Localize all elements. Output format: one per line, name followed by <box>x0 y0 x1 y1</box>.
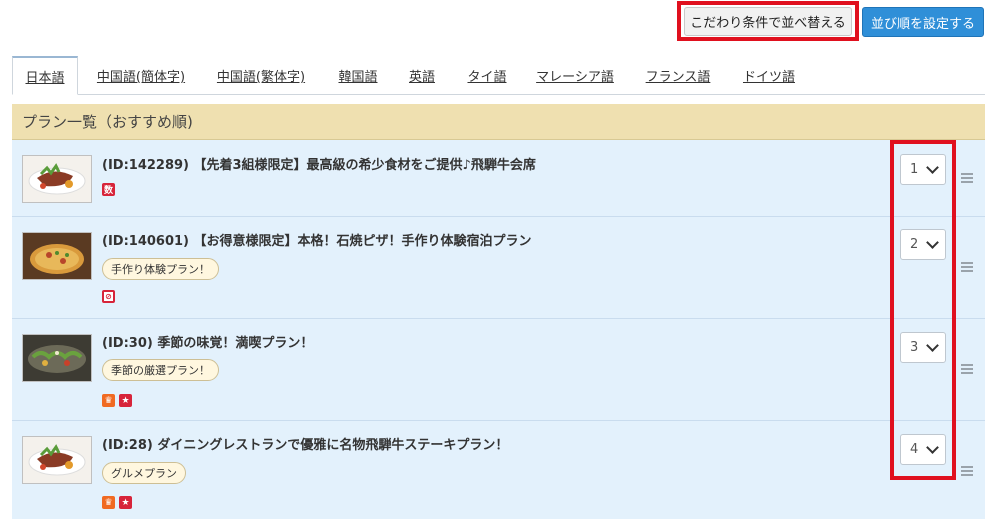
plan-row: (ID:28) ダイニングレストランで優雅に名物飛騨牛ステーキプラン！ グルメプ… <box>12 421 985 519</box>
tab-chinese-traditional[interactable]: 中国語(繁体字) <box>210 56 312 95</box>
plan-thumbnail-seasonal-dish <box>22 334 92 382</box>
star-icon: ★ <box>119 394 132 407</box>
set-order-button[interactable]: 並び順を設定する <box>862 7 984 37</box>
highlight-box-sort-button <box>677 1 859 41</box>
drag-handle-icon[interactable] <box>961 173 973 185</box>
tab-french[interactable]: フランス語 <box>640 56 716 95</box>
plan-tag: グルメプラン <box>102 462 186 484</box>
tab-german[interactable]: ドイツ語 <box>736 56 802 95</box>
tab-korean[interactable]: 韓国語 <box>330 56 386 95</box>
tab-english[interactable]: 英語 <box>402 56 442 95</box>
language-tabs: 日本語 中国語(簡体字) 中国語(繁体字) 韓国語 英語 タイ語 マレーシア語 … <box>12 56 985 95</box>
plan-thumbnail-pizza <box>22 232 92 280</box>
plan-thumbnail-steak <box>22 155 92 203</box>
plan-row: (ID:140601) 【お得意様限定】本格！石焼ピザ！手作り体験宿泊プラン 手… <box>12 217 985 319</box>
plan-title[interactable]: (ID:30) 季節の味覚！満喫プラン！ <box>102 332 313 351</box>
tab-chinese-simplified[interactable]: 中国語(簡体字) <box>90 56 192 95</box>
plan-list-header: プラン一覧（おすすめ順) <box>12 104 985 140</box>
plan-title[interactable]: (ID:140601) 【お得意様限定】本格！石焼ピザ！手作り体験宿泊プラン <box>102 230 532 249</box>
highlight-box-order-column <box>890 140 956 480</box>
plan-thumbnail-steak <box>22 436 92 484</box>
crown-icon: ♛ <box>102 394 115 407</box>
plan-tag: 季節の厳選プラン！ <box>102 359 219 381</box>
star-icon: ★ <box>119 496 132 509</box>
limited-quantity-icon: 数 <box>102 183 115 196</box>
tab-malay[interactable]: マレーシア語 <box>530 56 620 95</box>
tab-thai[interactable]: タイ語 <box>460 56 514 95</box>
tab-japanese[interactable]: 日本語 <box>12 56 78 95</box>
plan-tag: 手作り体験プラン！ <box>102 258 219 280</box>
drag-handle-icon[interactable] <box>961 466 973 478</box>
plan-title[interactable]: (ID:142289) 【先着3組様限定】最高級の希少食材をご提供♪飛騨牛会席 <box>102 154 536 173</box>
plan-row: (ID:142289) 【先着3組様限定】最高級の希少食材をご提供♪飛騨牛会席 … <box>12 140 985 217</box>
drag-handle-icon[interactable] <box>961 262 973 274</box>
crown-icon: ♛ <box>102 496 115 509</box>
plan-row: (ID:30) 季節の味覚！満喫プラン！ 季節の厳選プラン！ ♛ ★ 3 <box>12 319 985 421</box>
drag-handle-icon[interactable] <box>961 364 973 376</box>
plan-title[interactable]: (ID:28) ダイニングレストランで優雅に名物飛騨牛ステーキプラン！ <box>102 434 508 453</box>
prohibited-icon: ⊘ <box>102 290 115 303</box>
